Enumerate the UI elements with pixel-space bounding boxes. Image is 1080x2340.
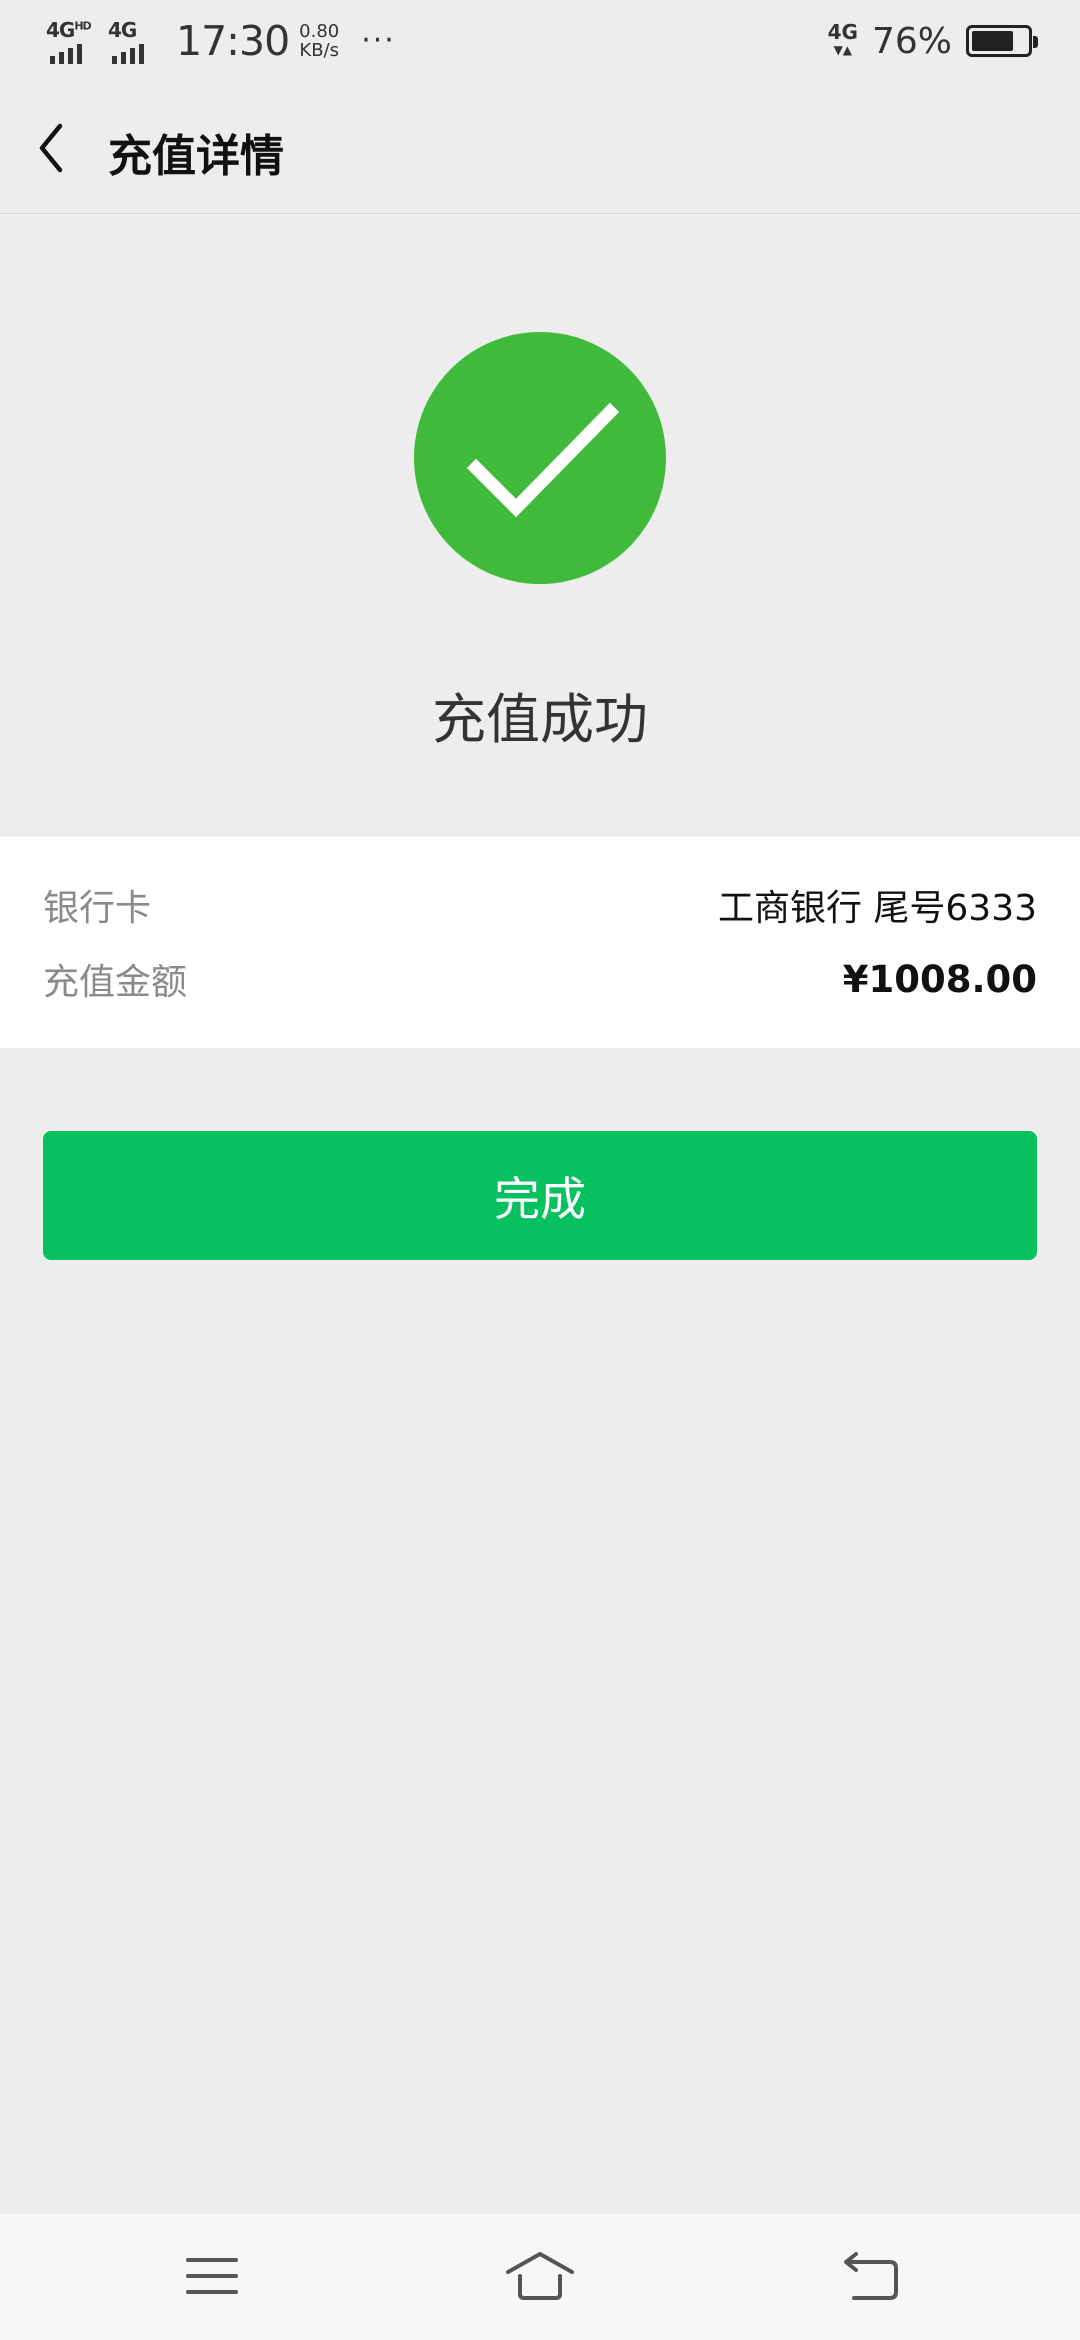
network-speed-unit: KB/s (299, 40, 339, 61)
menu-icon[interactable] (170, 2242, 250, 2312)
signal1-label: 4G (46, 18, 75, 42)
signal-icon-sim1: 4GHD (46, 18, 98, 64)
back-icon[interactable] (830, 2242, 910, 2312)
chevron-left-icon[interactable] (30, 118, 90, 178)
detail-row-amount: 充值金额 ¥1008.00 (43, 949, 1037, 1009)
recharge-details-card: 银行卡 工商银行 尾号6333 充值金额 ¥1008.00 (0, 837, 1080, 1048)
status-bar: 4GHD 4G 17:30 0.80 KB/s ··· 4G ▼▲ 76% (0, 0, 1080, 82)
status-right: 4G ▼▲ 76% (827, 18, 1038, 64)
signal-icon-sim2: 4G (108, 18, 160, 64)
network-speed: 0.80 KB/s (299, 22, 339, 60)
more-notifications-icon: ··· (361, 23, 396, 58)
battery-icon (966, 25, 1038, 57)
signal2-label: 4G (108, 18, 137, 42)
bank-card-value: 工商银行 尾号6333 (717, 888, 1037, 929)
done-button[interactable]: 完成 (43, 1131, 1037, 1260)
signal1-hd: HD (74, 19, 91, 33)
success-message: 充值成功 (432, 688, 648, 751)
battery-percent: 76% (871, 20, 952, 62)
amount-value: ¥1008.00 (842, 957, 1037, 1001)
battery-fill (972, 31, 1014, 51)
home-icon[interactable] (500, 2242, 580, 2312)
bank-card-label: 银行卡 (43, 888, 152, 929)
amount-label: 充值金额 (43, 962, 188, 1003)
page-title: 充值详情 (108, 131, 284, 182)
detail-row-bank-card: 银行卡 工商银行 尾号6333 (43, 875, 1037, 935)
status-time: 17:30 (176, 17, 290, 65)
network-speed-value: 0.80 (299, 21, 340, 42)
system-nav-bar (0, 2214, 1080, 2340)
top-nav-bar: 充值详情 (0, 82, 1080, 214)
net-type-label: 4G (827, 20, 858, 44)
status-left: 4GHD 4G 17:30 0.80 KB/s ··· (46, 17, 396, 65)
data-activity-icon: 4G ▼▲ (827, 20, 858, 57)
check-circle-icon (414, 332, 666, 584)
